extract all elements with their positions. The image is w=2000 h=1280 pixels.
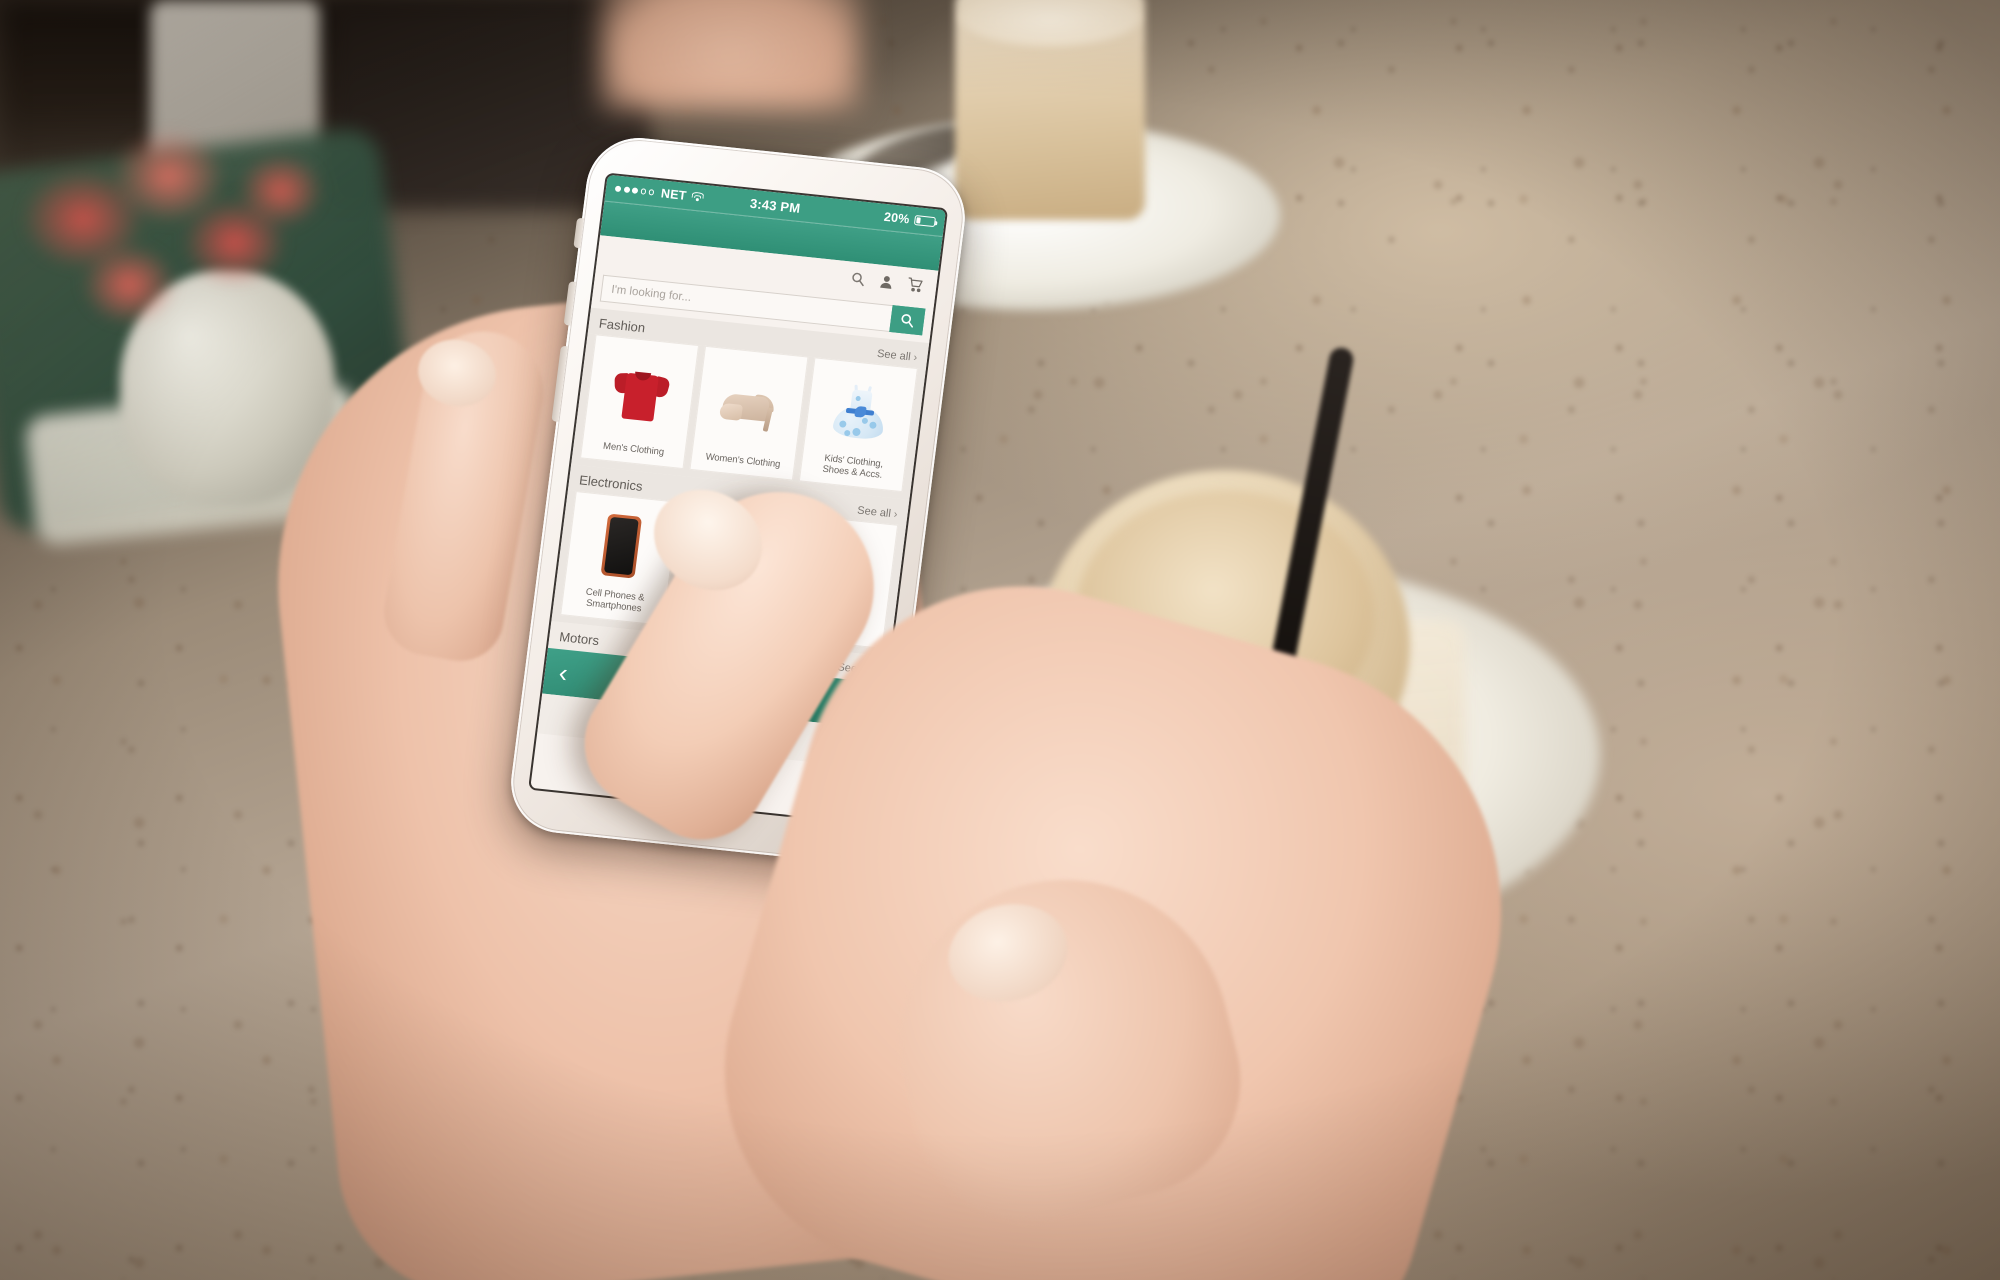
tile-image — [697, 353, 803, 460]
see-all-label: See all — [856, 504, 892, 520]
search-icon[interactable] — [850, 271, 867, 287]
signal-strength-icon — [614, 185, 655, 196]
tile-label: Kids' Clothing, Shoes & Accs. — [821, 452, 884, 482]
red-flowers — [10, 120, 340, 355]
chevron-right-icon: › — [893, 508, 899, 521]
tile-image — [808, 365, 912, 461]
carousel-prev-icon[interactable]: ‹ — [557, 657, 569, 688]
carrier-label: NET — [660, 186, 688, 203]
battery-icon — [913, 214, 937, 228]
account-icon[interactable] — [879, 274, 895, 290]
see-all-fashion[interactable]: See all › — [876, 348, 918, 364]
section-title-motors: Motors — [558, 629, 600, 649]
section-title-fashion: Fashion — [598, 315, 647, 336]
category-tile-womens-clothing[interactable]: Women's Clothing — [689, 345, 809, 481]
battery-percent-label: 20% — [883, 209, 911, 227]
category-tile-kids-clothing[interactable]: Kids' Clothing, Shoes & Accs. — [798, 357, 918, 493]
category-tile-mens-clothing[interactable]: Men's Clothing — [579, 334, 700, 470]
cart-icon[interactable] — [906, 277, 925, 294]
chevron-right-icon: › — [912, 351, 918, 364]
section-title-electronics: Electronics — [578, 472, 644, 494]
tshirt-icon — [610, 366, 671, 425]
tile-image — [587, 342, 693, 449]
status-clock: 3:43 PM — [749, 195, 802, 216]
smartphone-icon — [600, 513, 643, 579]
see-all-label: See all — [876, 347, 912, 364]
wifi-icon — [691, 191, 705, 203]
cafe-scene: NET 3:43 PM 20% I'm looking for... Fashi… — [0, 0, 2000, 1280]
search-submit-button[interactable] — [889, 305, 926, 336]
see-all-electronics[interactable]: See all › — [857, 505, 899, 521]
dress-icon — [830, 382, 891, 443]
high-heel-icon — [718, 381, 781, 433]
tile-label: Cell Phones & Smartphones — [585, 586, 646, 615]
background-hand-blur — [600, 0, 860, 110]
